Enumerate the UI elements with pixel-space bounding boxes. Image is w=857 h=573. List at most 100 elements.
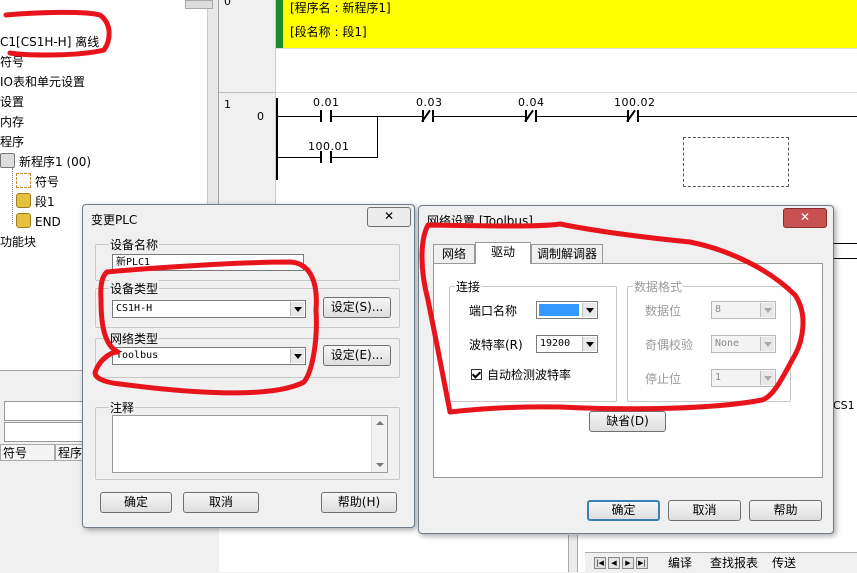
rung-divider	[219, 92, 275, 93]
rung-step: 0	[257, 110, 264, 123]
chevron-down-icon	[760, 303, 774, 317]
comment-textarea[interactable]	[112, 415, 388, 473]
tree-item-settings[interactable]: 设置	[0, 93, 24, 110]
ladder-cursor[interactable]	[683, 137, 789, 187]
tab-next-icon[interactable]: ▶	[622, 557, 634, 569]
end-section-icon	[16, 213, 31, 228]
parity-select[interactable]: None	[711, 335, 776, 353]
program-icon	[0, 153, 15, 168]
contact-nc-0-04[interactable]	[525, 110, 537, 122]
data-format-group-label: 数据格式	[633, 278, 684, 295]
tree-item-end[interactable]: END	[16, 213, 61, 229]
right-edge-line	[833, 243, 857, 244]
port-name-label: 端口名称	[469, 304, 518, 318]
network-type-settings-button[interactable]: 设定(E)...	[323, 345, 391, 366]
section1-label: 段1	[35, 195, 55, 209]
stop-bits-value: 1	[715, 372, 722, 383]
connection-group-label: 连接	[455, 278, 482, 295]
help-button[interactable]: 帮助	[749, 500, 822, 521]
tab-prev-icon[interactable]: ◀	[608, 557, 620, 569]
contact-no-0-01[interactable]	[320, 110, 332, 122]
tab-network[interactable]: 网络	[433, 244, 475, 264]
column-header-symbol[interactable]: 符号	[0, 444, 55, 461]
top-scroll-arrows[interactable]	[185, 0, 213, 9]
ok-button[interactable]: 确定	[100, 492, 172, 513]
gutter-top-number: 0	[224, 0, 231, 8]
close-icon[interactable]: ✕	[783, 208, 827, 228]
contact-label-0-04: 0.04	[518, 96, 545, 109]
comment-group-label: 注释	[109, 399, 136, 416]
tree-item-function-blocks[interactable]: 功能块	[0, 233, 36, 250]
tree-item-programs[interactable]: 程序	[0, 133, 24, 150]
section-icon	[16, 193, 31, 208]
symbol-table-icon	[16, 173, 31, 188]
device-name-input[interactable]: 新PLC1	[112, 254, 304, 271]
contact-label-100-02: 100.02	[614, 96, 656, 109]
lower-list-panel	[0, 370, 86, 573]
default-button[interactable]: 缺省(D)	[589, 411, 666, 432]
network-type-select[interactable]: Toolbus	[112, 347, 306, 365]
tree-item-io-table[interactable]: IO表和单元设置	[0, 73, 85, 90]
scroll-up-icon[interactable]	[376, 421, 384, 425]
column-header-program[interactable]: 程序	[55, 444, 84, 461]
tab-driver[interactable]: 驱动	[475, 242, 531, 264]
tree-item-memory[interactable]: 内存	[0, 113, 24, 130]
baud-rate-value: 19200	[540, 338, 571, 349]
chevron-down-icon	[582, 303, 596, 317]
rung-number: 1	[224, 98, 231, 111]
tab-first-icon[interactable]: |◀	[594, 557, 606, 569]
program-symbols-label: 符号	[35, 175, 60, 189]
contact-nc-100-02[interactable]	[627, 110, 639, 122]
end-label: END	[35, 215, 61, 229]
list-field-2[interactable]	[4, 422, 86, 442]
device-type-settings-button[interactable]: 设定(S)...	[323, 297, 391, 318]
splitter-bar[interactable]	[568, 535, 578, 572]
tab-compile[interactable]: 编译	[668, 554, 692, 571]
stop-bits-select[interactable]: 1	[711, 369, 776, 387]
contact-no-100-01[interactable]	[320, 151, 332, 163]
stop-bits-label: 停止位	[645, 372, 682, 386]
dialog-title: 变更PLC	[91, 213, 138, 227]
chevron-down-icon	[760, 337, 774, 351]
rung-wire-main	[278, 116, 857, 117]
cancel-button[interactable]: 取消	[668, 500, 741, 521]
chevron-down-icon	[290, 302, 304, 316]
list-field-1[interactable]	[4, 401, 86, 421]
right-edge-label: CS1	[833, 399, 855, 412]
tab-transfer[interactable]: 传送	[772, 554, 796, 571]
tab-modem[interactable]: 调制解调器	[531, 244, 603, 264]
tab-find-report[interactable]: 查找报表	[710, 554, 758, 571]
parity-value: None	[715, 338, 740, 349]
dialog-title: 网络设置 [Toolbus]	[427, 214, 533, 228]
data-bits-select[interactable]: 8	[711, 301, 776, 319]
scroll-down-icon[interactable]	[376, 463, 384, 467]
port-name-select[interactable]	[536, 301, 598, 319]
tree-plc-node[interactable]: C1[CS1H-H] 离线	[0, 33, 99, 50]
port-selection-highlight	[539, 304, 579, 316]
device-type-select[interactable]: CS1H-H	[112, 300, 306, 318]
data-bits-label: 数据位	[645, 304, 682, 318]
tree-item-program-symbols[interactable]: 符号	[16, 173, 59, 190]
ok-button[interactable]: 确定	[587, 500, 660, 521]
right-edge-line	[833, 258, 857, 259]
help-button[interactable]: 帮助(H)	[321, 492, 397, 513]
section-marker	[276, 0, 283, 48]
tree-item-section1[interactable]: 段1	[16, 193, 55, 210]
network-type-group-label: 网络类型	[109, 330, 160, 347]
device-name-group-label: 设备名称	[109, 236, 160, 253]
close-icon[interactable]: ✕	[367, 207, 411, 227]
parity-label: 奇偶校验	[645, 338, 694, 352]
cancel-button[interactable]: 取消	[183, 492, 259, 513]
tab-last-icon[interactable]: ▶|	[636, 557, 648, 569]
program-name-label: [程序名 : 新程序1]	[290, 1, 391, 15]
comment-scrollbar[interactable]	[371, 416, 387, 472]
tree-item-symbols[interactable]: 符号	[0, 53, 24, 70]
autodetect-checkbox[interactable]	[471, 369, 482, 380]
plc-node-label: C1[CS1H-H] 离线	[0, 35, 100, 49]
contact-label-0-03: 0.03	[416, 96, 443, 109]
rung-wire-branch-up	[377, 116, 378, 158]
autodetect-label: 自动检测波特率	[487, 368, 572, 382]
header-separator	[276, 48, 857, 49]
baud-rate-select[interactable]: 19200	[536, 335, 598, 353]
contact-nc-0-03[interactable]	[422, 110, 434, 122]
